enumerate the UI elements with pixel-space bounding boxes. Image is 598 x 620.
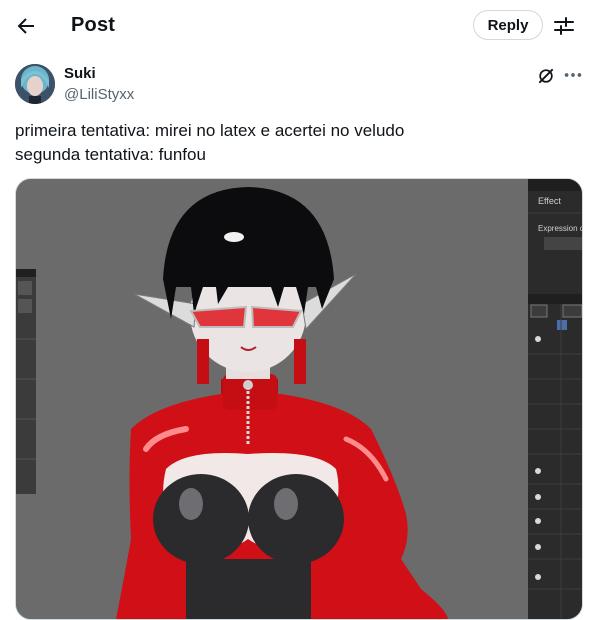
author-handle[interactable]: @LiliStyxx [64, 86, 134, 103]
avatar[interactable] [15, 64, 55, 104]
post-text-line-2: segunda tentativa: funfou [15, 145, 206, 164]
panel-effect-label: Effect [538, 196, 561, 206]
left-tool-panel [16, 269, 36, 494]
post-text-line-1: primeira tentativa: mirei no latex e ace… [15, 121, 405, 140]
more-horizontal-icon[interactable] [562, 64, 584, 86]
page-title: Post [71, 14, 116, 36]
post-text: primeira tentativa: mirei no latex e ace… [15, 119, 404, 167]
author-name[interactable]: Suki [64, 65, 96, 82]
post-header: Post Reply [0, 0, 598, 52]
grok-icon[interactable] [536, 66, 556, 86]
right-layer-panel: Effect Expression c [528, 179, 582, 619]
post-media[interactable]: Effect Expression c [15, 178, 583, 620]
panel-expression-label: Expression c [538, 224, 582, 233]
sliders-icon[interactable] [552, 14, 576, 38]
arrow-left-icon[interactable] [14, 14, 38, 38]
reply-button[interactable]: Reply [473, 10, 543, 40]
